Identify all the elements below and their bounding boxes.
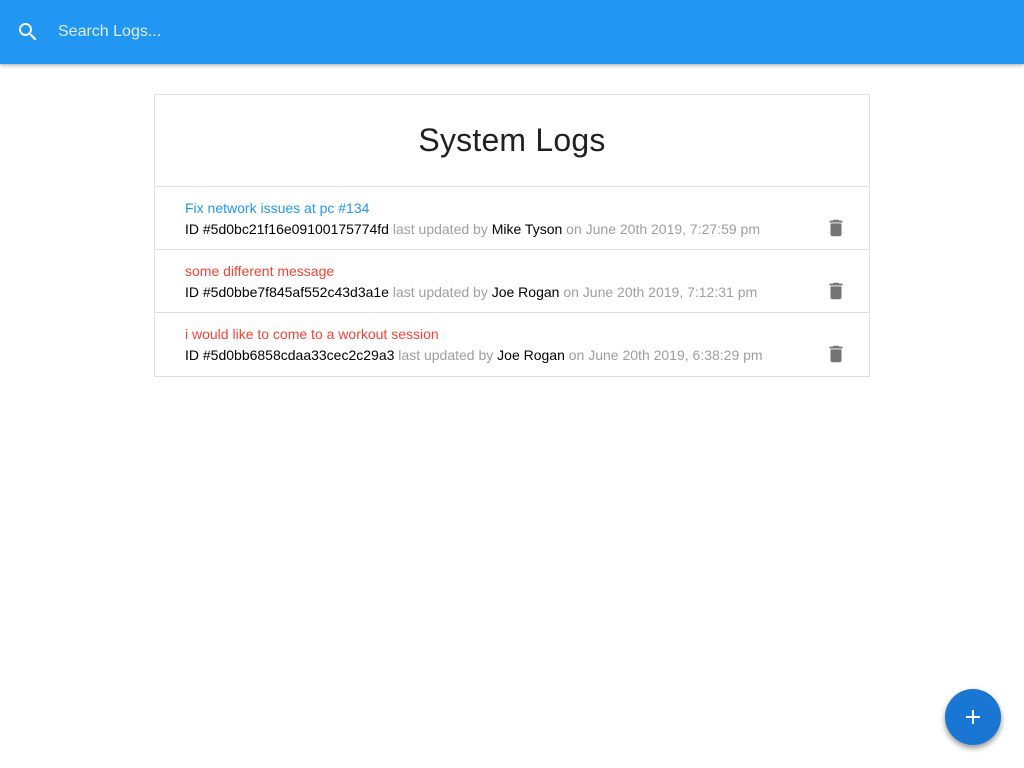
delete-icon bbox=[829, 219, 843, 237]
page-title: System Logs bbox=[418, 122, 606, 158]
log-date: on June 20th 2019, 7:27:59 pm bbox=[566, 221, 760, 237]
logs-card: System Logs Fix network issues at pc #13… bbox=[154, 94, 870, 377]
add-log-button[interactable] bbox=[945, 689, 1001, 745]
log-tech: Mike Tyson bbox=[491, 221, 563, 237]
log-meta: ID #5d0bc21f16e09100175774fd last update… bbox=[185, 221, 760, 237]
delete-icon bbox=[829, 345, 843, 363]
log-item: i would like to come to a workout sessio… bbox=[155, 313, 869, 376]
log-meta: ID #5d0bb6858cdaa33cec2c29a3 last update… bbox=[185, 347, 763, 363]
log-message-link[interactable]: i would like to come to a workout sessio… bbox=[185, 326, 439, 342]
delete-button[interactable] bbox=[825, 280, 847, 302]
add-icon bbox=[966, 710, 980, 724]
log-message-link[interactable]: Fix network issues at pc #134 bbox=[185, 200, 369, 216]
logs-list: Fix network issues at pc #134 ID #5d0bc2… bbox=[155, 187, 869, 376]
log-date: on June 20th 2019, 7:12:31 pm bbox=[563, 284, 758, 300]
delete-icon bbox=[829, 282, 843, 300]
log-updated-label: last updated by bbox=[398, 347, 494, 363]
log-date: on June 20th 2019, 6:38:29 pm bbox=[568, 347, 763, 363]
log-tech: Joe Rogan bbox=[497, 347, 565, 363]
search-input[interactable] bbox=[58, 16, 998, 48]
log-tech: Joe Rogan bbox=[491, 284, 560, 300]
log-id: ID #5d0bb6858cdaa33cec2c29a3 bbox=[185, 347, 395, 363]
log-meta: ID #5d0bbe7f845af552c43d3a1e last update… bbox=[185, 284, 757, 300]
delete-button[interactable] bbox=[825, 217, 847, 239]
log-updated-label: last updated by bbox=[392, 284, 488, 300]
delete-button[interactable] bbox=[825, 343, 847, 365]
log-message-link[interactable]: some different message bbox=[185, 263, 334, 279]
log-item: some different message ID #5d0bbe7f845af… bbox=[155, 250, 869, 313]
log-updated-label: last updated by bbox=[392, 221, 488, 237]
log-item: Fix network issues at pc #134 ID #5d0bc2… bbox=[155, 187, 869, 250]
log-id: ID #5d0bc21f16e09100175774fd bbox=[185, 221, 389, 237]
top-navbar bbox=[0, 0, 1024, 64]
search-icon[interactable] bbox=[16, 20, 40, 44]
log-id: ID #5d0bbe7f845af552c43d3a1e bbox=[185, 284, 389, 300]
card-header: System Logs bbox=[155, 95, 869, 187]
